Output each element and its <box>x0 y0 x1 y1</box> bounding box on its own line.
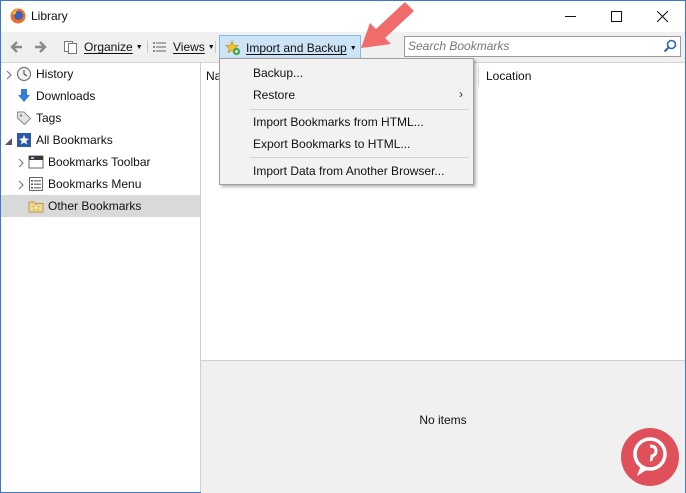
sidebar-item-label: All Bookmarks <box>36 133 113 147</box>
menu-item-import-html[interactable]: Import Bookmarks from HTML... <box>220 111 473 133</box>
menu-item-label: Backup... <box>253 66 304 80</box>
bookmarks-menu-icon <box>29 177 43 191</box>
chevron-down-icon: ▼ <box>135 43 143 51</box>
tag-icon <box>17 111 32 126</box>
sidebar-item-history[interactable]: History <box>1 63 200 85</box>
toolbar-divider <box>147 41 148 53</box>
sidebar-item-all-bookmarks[interactable]: All Bookmarks <box>1 129 200 151</box>
search-icon[interactable] <box>663 39 677 53</box>
menu-item-backup[interactable]: Backup... <box>220 62 473 84</box>
import-star-icon <box>225 40 241 56</box>
bookmarks-toolbar-icon <box>28 155 44 169</box>
bookmarks-star-icon <box>17 133 31 147</box>
chevron-right-icon[interactable] <box>17 157 25 168</box>
window-title: Library <box>31 9 68 23</box>
sidebar-item-bookmarks-menu[interactable]: Bookmarks Menu <box>1 173 200 195</box>
chevron-right-icon[interactable] <box>5 69 13 80</box>
organize-label: Organize <box>84 40 133 54</box>
sidebar-item-label: Bookmarks Menu <box>48 177 142 191</box>
search-box[interactable] <box>404 36 681 57</box>
details-pane: No items <box>201 360 685 493</box>
sidebar-item-label: History <box>36 67 74 81</box>
toolbar-divider <box>215 41 216 53</box>
close-button[interactable] <box>639 1 685 31</box>
folder-star-icon <box>28 201 44 213</box>
forward-arrow-icon[interactable] <box>32 39 48 55</box>
menu-separator <box>250 157 469 158</box>
menu-item-label: Restore <box>253 88 296 102</box>
minimize-icon <box>564 15 576 17</box>
sidebar-item-downloads[interactable]: Downloads <box>1 85 200 107</box>
menu-item-label: Import Data from Another Browser... <box>253 164 445 178</box>
maximize-button[interactable] <box>593 1 639 31</box>
firefox-icon <box>10 8 26 24</box>
back-arrow-icon[interactable] <box>9 39 25 55</box>
views-button[interactable]: Views ▼ <box>152 36 215 58</box>
sidebar-item-tags[interactable]: Tags <box>1 107 200 129</box>
import-backup-label: Import and Backup <box>246 41 347 55</box>
column-header-location[interactable]: Location <box>486 69 531 83</box>
download-arrow-icon <box>18 89 30 102</box>
sidebar-tree: History Downloads Tags All Bookmarks Boo… <box>1 63 201 492</box>
library-window: Library Organize ▼ Views ▼ Import and Ba… <box>0 0 686 493</box>
maximize-icon <box>610 10 622 22</box>
clock-icon <box>16 66 32 82</box>
menu-item-export-html[interactable]: Export Bookmarks to HTML... <box>220 133 473 155</box>
menu-item-import-browser[interactable]: Import Data from Another Browser... <box>220 160 473 182</box>
chevron-down-icon: ▼ <box>349 44 357 52</box>
organize-icon <box>64 41 77 54</box>
search-input[interactable] <box>408 38 658 54</box>
column-divider[interactable] <box>478 65 479 87</box>
menu-separator <box>250 109 469 110</box>
chevron-expanded-icon[interactable] <box>4 135 12 145</box>
chevron-right-icon: › <box>459 87 463 101</box>
sidebar-item-label: Tags <box>36 111 62 125</box>
menu-item-restore[interactable]: Restore › <box>220 84 473 106</box>
sidebar-item-label: Bookmarks Toolbar <box>48 155 151 169</box>
sidebar-item-label: Downloads <box>36 89 96 103</box>
title-bar: Library <box>1 1 685 31</box>
minimize-button[interactable] <box>547 1 593 31</box>
menu-item-label: Export Bookmarks to HTML... <box>253 137 411 151</box>
views-label: Views <box>173 40 205 54</box>
watermark-logo-icon <box>621 428 679 486</box>
views-list-icon <box>153 42 166 52</box>
close-icon <box>656 10 668 22</box>
sidebar-item-bookmarks-toolbar[interactable]: Bookmarks Toolbar <box>1 151 200 173</box>
sidebar-item-other-bookmarks[interactable]: Other Bookmarks <box>1 195 200 217</box>
chevron-right-icon[interactable] <box>17 179 25 190</box>
empty-state-text: No items <box>419 413 467 427</box>
import-backup-menu: Backup... Restore › Import Bookmarks fro… <box>219 58 474 185</box>
sidebar-item-label: Other Bookmarks <box>48 199 142 213</box>
menu-item-label: Import Bookmarks from HTML... <box>253 115 424 129</box>
annotation-arrow-icon <box>361 2 414 48</box>
organize-button[interactable]: Organize ▼ <box>63 36 143 58</box>
chevron-down-icon: ▼ <box>207 43 215 51</box>
